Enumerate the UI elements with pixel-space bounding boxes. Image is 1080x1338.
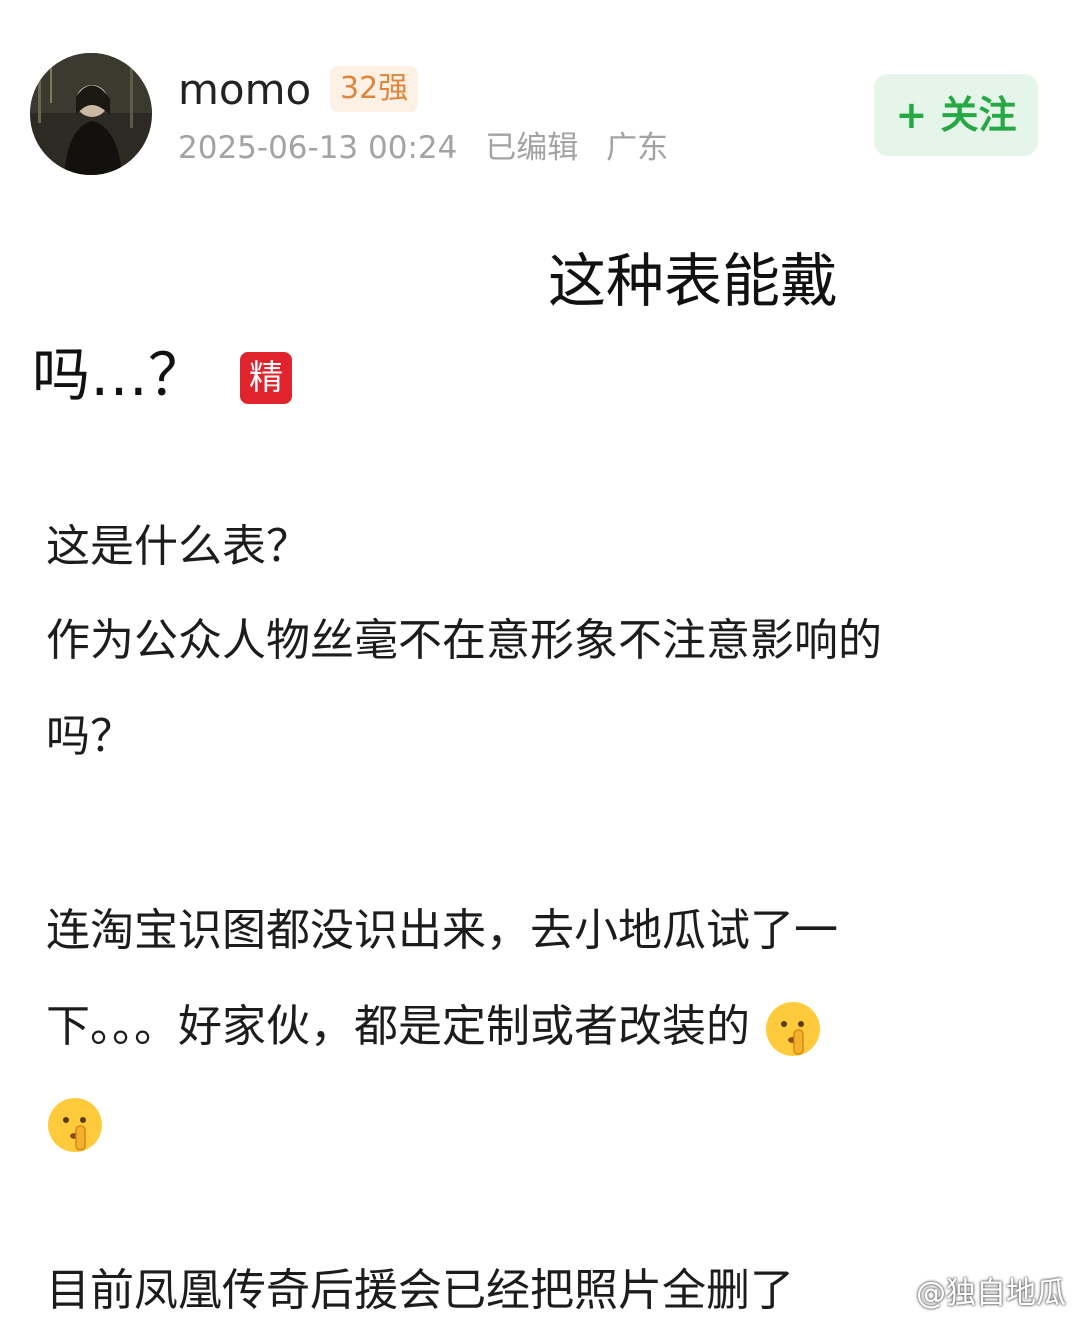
- body-line-1: 这是什么表？: [46, 521, 310, 572]
- post-title-part1: 这种表能戴: [548, 247, 839, 315]
- post-meta: 2025-06-13 00:24 已编辑 广东: [178, 128, 686, 168]
- body-line-7: 目前凤凰传奇后援会已经把照片全删了: [46, 1265, 794, 1316]
- body-line-5: 下。。。好家伙，都是定制或者改装的: [46, 1001, 750, 1052]
- level-badge: 32强: [330, 66, 419, 112]
- body-line-3: 吗？: [46, 711, 134, 762]
- follow-button[interactable]: + 关注: [874, 74, 1038, 156]
- edited-label: 已编辑: [485, 130, 579, 166]
- author-avatar[interactable]: [30, 53, 152, 175]
- featured-badge: 精: [240, 352, 292, 404]
- body-line-5-wrap: 下。。。好家伙，都是定制或者改装的: [46, 980, 1036, 1074]
- post-location: 广东: [606, 130, 669, 166]
- body-line-4: 连淘宝识图都没识出来，去小地瓜试了一: [46, 905, 838, 956]
- body-line-6: [46, 1076, 1036, 1170]
- post-title-part2: 吗…？: [32, 341, 207, 409]
- shushing-face-icon: [766, 1002, 820, 1056]
- post-datetime: 2025-06-13 00:24: [178, 130, 458, 166]
- body-line-2: 作为公众人物丝毫不在意形象不注意影响的: [46, 615, 882, 666]
- watermark: @独自地瓜: [916, 1276, 1066, 1311]
- shushing-face-icon: [48, 1098, 102, 1152]
- author-name[interactable]: momo: [178, 66, 311, 114]
- avatar-image: [30, 53, 152, 175]
